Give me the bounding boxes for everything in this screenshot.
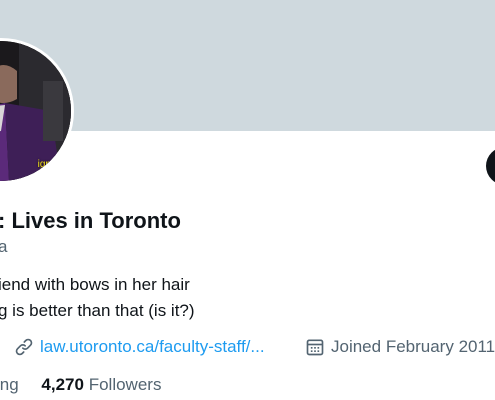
joined-text: Joined February 2011 (331, 337, 495, 356)
joined-date: Joined February 2011 (305, 335, 495, 359)
follow-counts: ing 4,270 Followers (0, 374, 161, 396)
following-label: ing (0, 375, 19, 394)
bio-line: g is better than that (is it?) (0, 301, 195, 320)
user-handle: a (0, 237, 8, 256)
followers-link[interactable]: 4,270 Followers (41, 375, 161, 394)
link-icon (14, 337, 34, 357)
avatar[interactable]: ign is cides tion (0, 41, 71, 181)
profile-banner[interactable] (0, 0, 495, 131)
follow-button[interactable] (486, 147, 495, 185)
avatar-caption-line: cides (37, 171, 61, 181)
display-name: : Lives in Toronto (0, 208, 181, 233)
followers-count: 4,270 (41, 375, 84, 394)
followers-label: Followers (88, 375, 162, 394)
profile-page: ign is cides tion : Lives in Toronto a i… (0, 0, 495, 400)
avatar-caption-line: ign is (37, 159, 61, 170)
avatar-border: ign is cides tion (0, 38, 74, 184)
profile-website[interactable]: law.utoronto.ca/faculty-staff/... (14, 335, 265, 359)
website-link[interactable]: law.utoronto.ca/faculty-staff/... (40, 335, 265, 359)
calendar-icon (305, 337, 325, 357)
profile-bio: iend with bows in her hair g is better t… (0, 272, 195, 324)
bio-line: iend with bows in her hair (0, 275, 190, 294)
following-link[interactable]: ing (0, 375, 23, 394)
